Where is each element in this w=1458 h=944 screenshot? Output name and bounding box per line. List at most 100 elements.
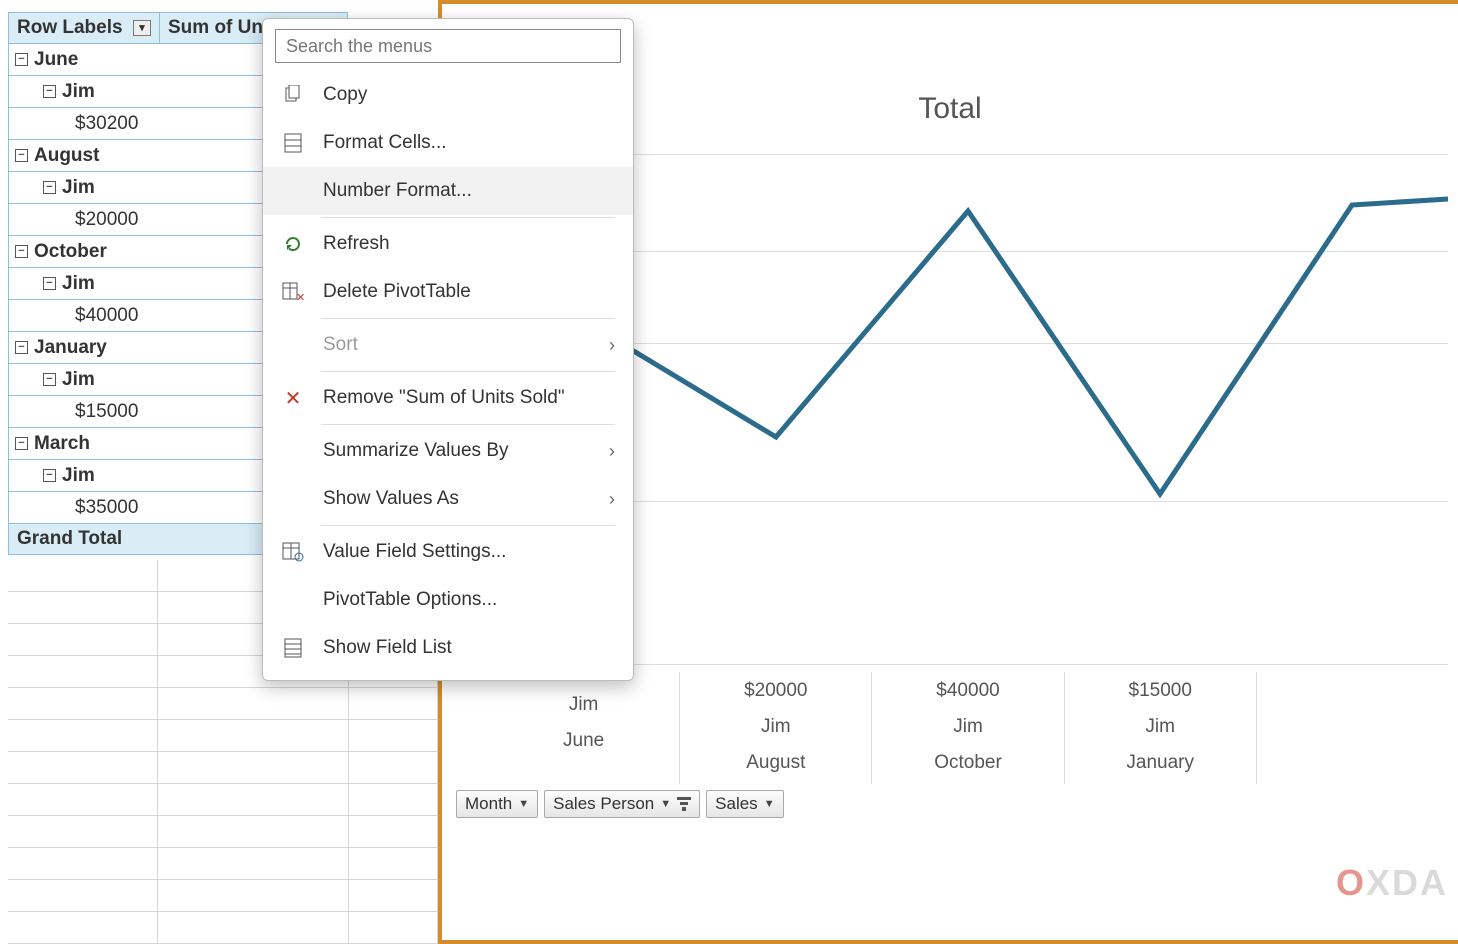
pivot-person-label: Jim (62, 465, 95, 487)
menu-format-cells[interactable]: Format Cells... (263, 119, 633, 167)
x-axis-month: January (1065, 752, 1256, 774)
menu-show-values-as[interactable]: Show Values As › (263, 475, 633, 523)
chevron-down-icon: ▼ (660, 798, 671, 810)
copy-icon (281, 83, 305, 107)
chevron-right-icon: › (609, 489, 615, 510)
collapse-icon[interactable]: − (43, 181, 56, 194)
menu-sort[interactable]: Sort › (263, 321, 633, 369)
pivot-person-label: Jim (62, 369, 95, 391)
filter-month-label: Month (465, 794, 512, 814)
pivot-month-label: October (34, 241, 107, 263)
remove-icon: ✕ (281, 386, 305, 410)
menu-show-field-list[interactable]: Show Field List (263, 624, 633, 672)
chevron-down-icon: ▼ (518, 798, 529, 810)
chart-filter-bar: Month ▼ Sales Person ▼ Sales ▼ (456, 790, 784, 818)
menu-value-field-settings-label: Value Field Settings... (323, 541, 615, 563)
header-row-labels[interactable]: Row Labels ▾ (8, 12, 160, 44)
format-cells-icon (281, 131, 305, 155)
menu-sort-label: Sort (323, 334, 609, 356)
filter-month-button[interactable]: Month ▼ (456, 790, 538, 818)
menu-copy-label: Copy (323, 84, 615, 106)
menu-pivottable-options-label: PivotTable Options... (323, 589, 615, 611)
x-axis-person: Jim (488, 694, 679, 716)
pivot-value-label: $40000 (75, 305, 138, 327)
context-menu: Copy Format Cells... Number Format... Re… (262, 18, 634, 681)
x-axis-value: $20000 (680, 680, 871, 702)
collapse-icon[interactable]: − (15, 341, 28, 354)
filter-sales-person-label: Sales Person (553, 794, 654, 814)
x-axis-person: Jim (1065, 716, 1256, 738)
menu-separator (321, 318, 615, 319)
pivot-value-label: $20000 (75, 209, 138, 231)
watermark-xda: XDA (1366, 862, 1448, 903)
menu-remove-field-label: Remove "Sum of Units Sold" (323, 387, 615, 409)
x-axis-tick: $20000 Jim August (680, 672, 872, 784)
menu-separator (321, 424, 615, 425)
filter-sales-person-button[interactable]: Sales Person ▼ (544, 790, 700, 818)
delete-pivot-icon: ✕ (281, 280, 305, 304)
x-axis-tick: Jim June (488, 672, 680, 784)
menu-copy[interactable]: Copy (263, 71, 633, 119)
pivot-month-label: January (34, 337, 107, 359)
collapse-icon[interactable]: − (15, 437, 28, 450)
x-axis-value: $15000 (1065, 680, 1256, 702)
menu-remove-field[interactable]: ✕ Remove "Sum of Units Sold" (263, 374, 633, 422)
pivot-month-label: March (34, 433, 90, 455)
x-axis-tick: $40000 Jim October (872, 672, 1064, 784)
x-axis-tick: $15000 Jim January (1065, 672, 1257, 784)
header-sum-of-text: Sum of Un (168, 17, 263, 39)
menu-number-format[interactable]: Number Format... (263, 167, 633, 215)
menu-delete-pivottable[interactable]: ✕ Delete PivotTable (263, 268, 633, 316)
filter-sales-label: Sales (715, 794, 758, 814)
pivot-value-label: $30200 (75, 113, 138, 135)
menu-value-field-settings[interactable]: Value Field Settings... (263, 528, 633, 576)
pivot-month-label: August (34, 145, 99, 167)
x-axis-person: Jim (680, 716, 871, 738)
menu-summarize-label: Summarize Values By (323, 440, 609, 462)
x-axis-month: August (680, 752, 871, 774)
collapse-icon[interactable]: − (15, 149, 28, 162)
pivot-value-label: $35000 (75, 497, 138, 519)
pivot-person-label: Jim (62, 177, 95, 199)
x-axis-month: June (488, 730, 679, 752)
collapse-icon[interactable]: − (15, 53, 28, 66)
filter-icon[interactable]: ▾ (133, 20, 151, 36)
funnel-icon (677, 797, 691, 811)
menu-show-values-as-label: Show Values As (323, 488, 609, 510)
chevron-right-icon: › (609, 441, 615, 462)
chevron-down-icon: ▼ (764, 798, 775, 810)
header-row-labels-text: Row Labels (17, 17, 123, 39)
menu-number-format-label: Number Format... (323, 180, 615, 202)
watermark: OXDA (1336, 862, 1448, 904)
menu-show-field-list-label: Show Field List (323, 637, 615, 659)
collapse-icon[interactable]: − (15, 245, 28, 258)
collapse-icon[interactable]: − (43, 469, 56, 482)
menu-separator (321, 525, 615, 526)
menu-summarize-values-by[interactable]: Summarize Values By › (263, 427, 633, 475)
filter-sales-button[interactable]: Sales ▼ (706, 790, 783, 818)
menu-refresh-label: Refresh (323, 233, 615, 255)
pivot-value-label: $15000 (75, 401, 138, 423)
menu-pivottable-options[interactable]: PivotTable Options... (263, 576, 633, 624)
x-axis-value: $40000 (872, 680, 1063, 702)
chevron-right-icon: › (609, 335, 615, 356)
menu-separator (321, 217, 615, 218)
menu-search-input[interactable] (275, 29, 621, 63)
refresh-icon (281, 232, 305, 256)
x-axis-month: October (872, 752, 1063, 774)
menu-delete-pivottable-label: Delete PivotTable (323, 281, 615, 303)
collapse-icon[interactable]: − (43, 277, 56, 290)
watermark-o: O (1336, 862, 1366, 903)
collapse-icon[interactable]: − (43, 85, 56, 98)
chart-x-axis: Jim June $20000 Jim August $40000 Jim Oc… (488, 672, 1448, 784)
field-list-icon (281, 636, 305, 660)
pivot-person-label: Jim (62, 81, 95, 103)
menu-refresh[interactable]: Refresh (263, 220, 633, 268)
menu-separator (321, 371, 615, 372)
x-axis-tick (1257, 672, 1448, 784)
pivot-month-label: June (34, 49, 78, 71)
value-field-settings-icon (281, 540, 305, 564)
svg-text:✕: ✕ (296, 292, 304, 302)
collapse-icon[interactable]: − (43, 373, 56, 386)
x-axis-person: Jim (872, 716, 1063, 738)
